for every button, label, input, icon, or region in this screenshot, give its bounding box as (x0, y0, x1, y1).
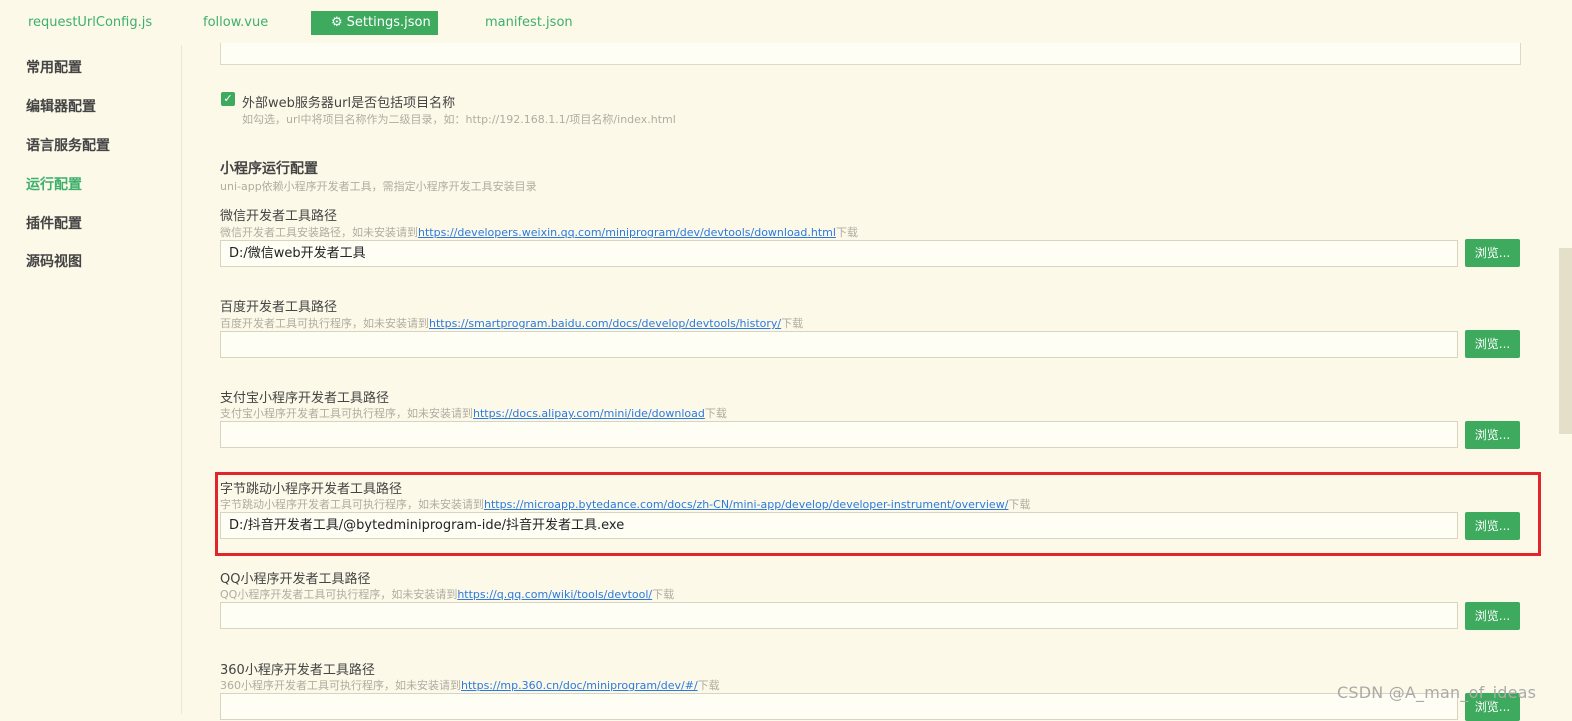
external-web-url-label: 外部web服务器url是否包括项目名称 (242, 96, 456, 111)
tab-follow-vue[interactable]: follow.vue (203, 11, 268, 35)
qq-devtools-hint: QQ小程序开发者工具可执行程序，如未安装请到https://q.qq.com/w… (220, 588, 675, 601)
editor-tab-bar: requestUrlConfig.js follow.vue ⚙ Settings… (0, 0, 1572, 45)
sidebar-item-language-service[interactable]: 语言服务配置 (26, 135, 110, 155)
sidebar-item-plugins[interactable]: 插件配置 (26, 213, 82, 233)
settings-content: ✓ 外部web服务器url是否包括项目名称 如勾选，url中将项目名称作为二级目… (182, 43, 1572, 721)
tab-settings-json[interactable]: ⚙ Settings.json (311, 11, 438, 35)
wechat-browse-button[interactable]: 浏览... (1465, 239, 1520, 267)
tab-manifest-json[interactable]: manifest.json (485, 11, 573, 35)
sidebar-item-common[interactable]: 常用配置 (26, 57, 82, 77)
wechat-download-link[interactable]: https://developers.weixin.qq.com/minipro… (418, 226, 836, 239)
previous-setting-input[interactable] (220, 43, 1521, 65)
wechat-devtools-label: 微信开发者工具路径 (220, 209, 338, 224)
alipay-devtools-path-input[interactable] (220, 421, 1458, 448)
check-icon: ✓ (223, 92, 233, 105)
bytedance-devtools-label: 字节跳动小程序开发者工具路径 (220, 482, 403, 497)
360-devtools-label: 360小程序开发者工具路径 (220, 663, 375, 678)
alipay-devtools-label: 支付宝小程序开发者工具路径 (220, 391, 390, 406)
external-web-url-checkbox[interactable]: ✓ (221, 92, 235, 106)
360-download-link[interactable]: https://mp.360.cn/doc/miniprogram/dev/#/ (461, 679, 698, 692)
settings-sidebar: 常用配置 编辑器配置 语言服务配置 运行配置 插件配置 源码视图 (0, 45, 182, 714)
360-devtools-hint: 360小程序开发者工具可执行程序，如未安装请到https://mp.360.cn… (220, 679, 720, 692)
baidu-devtools-path-input[interactable] (220, 331, 1458, 358)
miniprogram-section-title: 小程序运行配置 (220, 161, 318, 177)
bytedance-download-link[interactable]: https://microapp.bytedance.com/docs/zh-C… (484, 498, 1008, 511)
baidu-download-link[interactable]: https://smartprogram.baidu.com/docs/deve… (429, 317, 781, 330)
wechat-devtools-hint: 微信开发者工具安装路径，如未安装请到https://developers.wei… (220, 226, 858, 239)
alipay-download-link[interactable]: https://docs.alipay.com/mini/ide/downloa… (473, 407, 705, 420)
qq-browse-button[interactable]: 浏览... (1465, 602, 1520, 630)
bytedance-devtools-path-input[interactable]: D:/抖音开发者工具/@bytedminiprogram-ide/抖音开发者工具… (220, 512, 1458, 539)
external-web-url-hint: 如勾选，url中将项目名称作为二级目录，如：http://192.168.1.1… (242, 113, 676, 126)
360-devtools-path-input[interactable] (220, 693, 1458, 720)
qq-devtools-label: QQ小程序开发者工具路径 (220, 572, 371, 587)
vertical-scrollbar[interactable] (1559, 248, 1572, 434)
qq-download-link[interactable]: https://q.qq.com/wiki/tools/devtool/ (457, 588, 652, 601)
csdn-watermark: CSDN @A_man_of_ideas (1337, 683, 1537, 702)
tab-requesturlconfig[interactable]: requestUrlConfig.js (28, 11, 152, 35)
qq-devtools-path-input[interactable] (220, 602, 1458, 629)
alipay-browse-button[interactable]: 浏览... (1465, 421, 1520, 449)
wechat-devtools-path-input[interactable]: D:/微信web开发者工具 (220, 240, 1458, 267)
baidu-devtools-label: 百度开发者工具路径 (220, 300, 338, 315)
sidebar-item-run[interactable]: 运行配置 (26, 174, 82, 194)
baidu-browse-button[interactable]: 浏览... (1465, 330, 1520, 358)
miniprogram-section-subtitle: uni-app依赖小程序开发者工具，需指定小程序开发工具安装目录 (220, 180, 537, 193)
gear-icon: ⚙ (331, 15, 343, 30)
alipay-devtools-hint: 支付宝小程序开发者工具可执行程序，如未安装请到https://docs.alip… (220, 407, 727, 420)
bytedance-browse-button[interactable]: 浏览... (1465, 512, 1520, 540)
sidebar-item-source-view[interactable]: 源码视图 (26, 251, 82, 271)
bytedance-devtools-hint: 字节跳动小程序开发者工具可执行程序，如未安装请到https://microapp… (220, 498, 1031, 511)
sidebar-item-editor[interactable]: 编辑器配置 (26, 96, 96, 116)
baidu-devtools-hint: 百度开发者工具可执行程序，如未安装请到https://smartprogram.… (220, 317, 804, 330)
tab-settings-label: Settings.json (346, 15, 431, 30)
